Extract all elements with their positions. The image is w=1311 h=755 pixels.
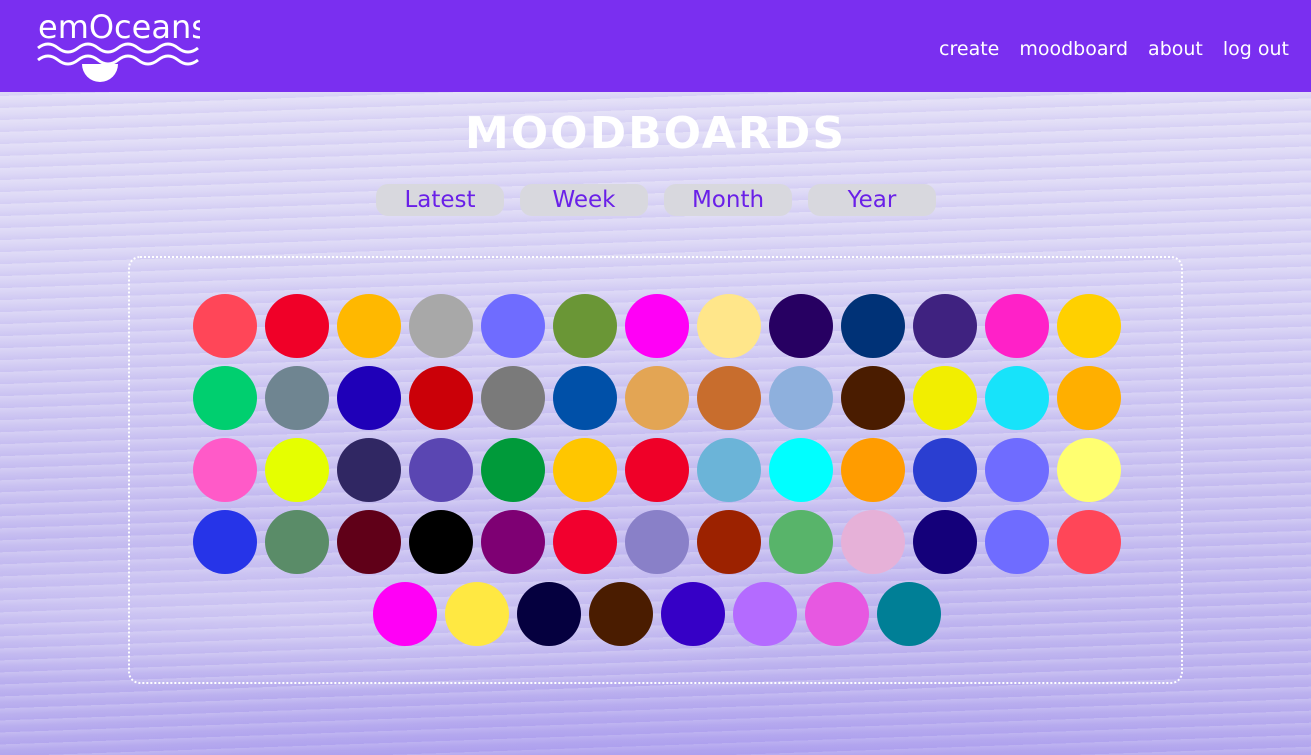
mood-dot[interactable] bbox=[517, 582, 581, 646]
mood-dot[interactable] bbox=[913, 366, 977, 430]
mood-dot[interactable] bbox=[985, 366, 1049, 430]
mood-dot[interactable] bbox=[841, 294, 905, 358]
mood-dot[interactable] bbox=[985, 438, 1049, 502]
mood-dot[interactable] bbox=[1057, 510, 1121, 574]
mood-dot[interactable] bbox=[409, 510, 473, 574]
mood-dot[interactable] bbox=[193, 366, 257, 430]
mood-dot[interactable] bbox=[661, 582, 725, 646]
moodboard-container bbox=[128, 256, 1183, 684]
mood-grid bbox=[192, 294, 1122, 646]
mood-dot[interactable] bbox=[553, 438, 617, 502]
mood-dot[interactable] bbox=[1057, 294, 1121, 358]
mood-dot[interactable] bbox=[337, 438, 401, 502]
mood-dot[interactable] bbox=[337, 294, 401, 358]
mood-dot[interactable] bbox=[913, 294, 977, 358]
mood-dot[interactable] bbox=[265, 294, 329, 358]
mood-dot[interactable] bbox=[409, 438, 473, 502]
filter-year-button[interactable]: Year bbox=[808, 184, 936, 216]
mood-dot[interactable] bbox=[409, 366, 473, 430]
mood-dot[interactable] bbox=[1057, 366, 1121, 430]
mood-dot[interactable] bbox=[985, 294, 1049, 358]
mood-dot[interactable] bbox=[265, 510, 329, 574]
main-nav: create moodboard about log out bbox=[939, 38, 1289, 60]
mood-dot[interactable] bbox=[841, 510, 905, 574]
mood-dot[interactable] bbox=[553, 510, 617, 574]
mood-dot[interactable] bbox=[841, 366, 905, 430]
top-nav-bar: emOceans create moodboard about log out bbox=[0, 0, 1311, 92]
mood-dot[interactable] bbox=[625, 294, 689, 358]
mood-dot[interactable] bbox=[841, 438, 905, 502]
mood-dot[interactable] bbox=[193, 510, 257, 574]
mood-dot[interactable] bbox=[265, 366, 329, 430]
page-title: MOODBOARDS bbox=[464, 108, 847, 159]
mood-dot[interactable] bbox=[769, 510, 833, 574]
filter-latest-button[interactable]: Latest bbox=[376, 184, 504, 216]
time-filter-group: Latest Week Month Year bbox=[376, 184, 936, 216]
nav-moodboard[interactable]: moodboard bbox=[1019, 38, 1128, 60]
nav-log-out[interactable]: log out bbox=[1223, 38, 1289, 60]
mood-dot[interactable] bbox=[697, 366, 761, 430]
mood-dot[interactable] bbox=[337, 366, 401, 430]
mood-dot[interactable] bbox=[337, 510, 401, 574]
mood-dot[interactable] bbox=[805, 582, 869, 646]
mood-dot[interactable] bbox=[193, 294, 257, 358]
mood-dot[interactable] bbox=[589, 582, 653, 646]
mood-dot[interactable] bbox=[373, 582, 437, 646]
filter-month-button[interactable]: Month bbox=[664, 184, 792, 216]
logo-graphic: emOceans bbox=[37, 8, 208, 82]
mood-dot[interactable] bbox=[769, 366, 833, 430]
mood-dot[interactable] bbox=[481, 438, 545, 502]
mood-dot[interactable] bbox=[481, 366, 545, 430]
mood-dot[interactable] bbox=[445, 582, 509, 646]
mood-dot[interactable] bbox=[697, 510, 761, 574]
nav-create[interactable]: create bbox=[939, 38, 999, 60]
mood-dot[interactable] bbox=[877, 582, 941, 646]
mood-dot[interactable] bbox=[265, 438, 329, 502]
mood-dot[interactable] bbox=[733, 582, 797, 646]
mood-dot[interactable] bbox=[697, 294, 761, 358]
mood-dot[interactable] bbox=[481, 294, 545, 358]
logo-text: emOceans bbox=[38, 8, 200, 46]
mood-dot[interactable] bbox=[481, 510, 545, 574]
nav-about[interactable]: about bbox=[1148, 38, 1203, 60]
mood-dot[interactable] bbox=[913, 438, 977, 502]
mood-dot[interactable] bbox=[553, 294, 617, 358]
mood-dot[interactable] bbox=[769, 294, 833, 358]
mood-dot[interactable] bbox=[769, 438, 833, 502]
emoceans-logo[interactable]: emOceans bbox=[36, 4, 208, 84]
mood-dot[interactable] bbox=[193, 438, 257, 502]
mood-dot[interactable] bbox=[553, 366, 617, 430]
filter-week-button[interactable]: Week bbox=[520, 184, 648, 216]
mood-dot[interactable] bbox=[625, 366, 689, 430]
mood-dot[interactable] bbox=[409, 294, 473, 358]
mood-dot[interactable] bbox=[625, 438, 689, 502]
mood-dot[interactable] bbox=[697, 438, 761, 502]
mood-dot[interactable] bbox=[1057, 438, 1121, 502]
mood-dot[interactable] bbox=[985, 510, 1049, 574]
mood-dot[interactable] bbox=[625, 510, 689, 574]
mood-dot[interactable] bbox=[913, 510, 977, 574]
